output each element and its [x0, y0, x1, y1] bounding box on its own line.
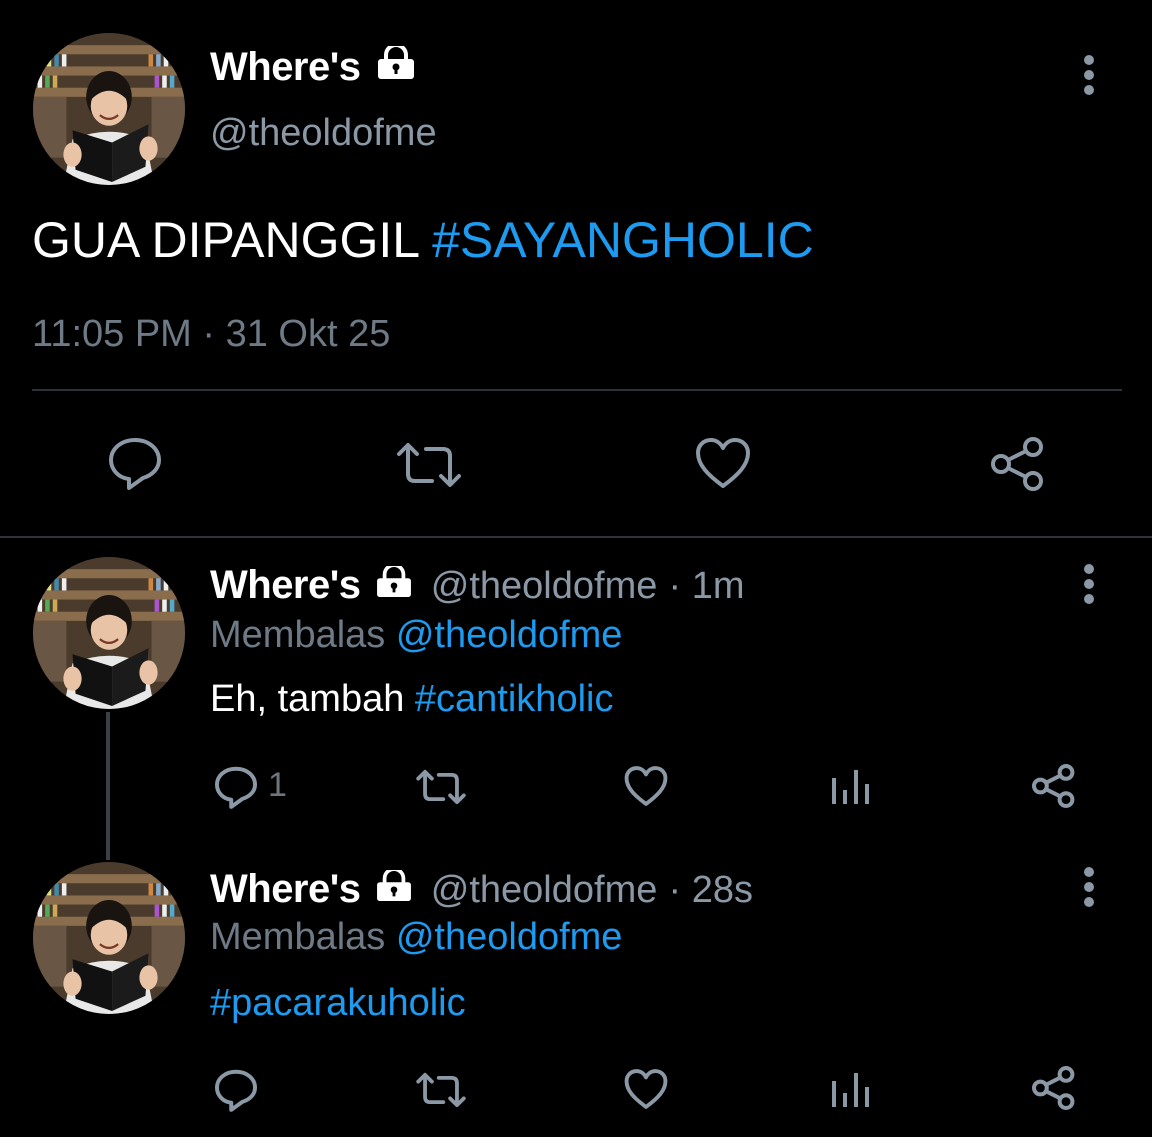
thread-connector	[106, 712, 110, 860]
analytics-icon	[832, 770, 869, 804]
analytics-icon	[832, 1073, 869, 1107]
more-vertical-icon[interactable]	[1082, 53, 1096, 97]
like-button[interactable]	[694, 436, 752, 490]
hashtag-link[interactable]: #pacarakuholic	[210, 982, 466, 1024]
display-name[interactable]: Where's	[210, 563, 361, 607]
share-button[interactable]	[1030, 762, 1078, 810]
display-name-text: Where's	[210, 45, 361, 89]
share-button[interactable]	[988, 434, 1048, 494]
reply-header: Where's @theoldofme · 1m	[210, 560, 744, 611]
avatar[interactable]	[33, 557, 185, 709]
replying-label: Membalas	[210, 916, 396, 958]
retweet-icon	[397, 443, 461, 487]
retweet-button[interactable]	[414, 1071, 468, 1109]
analytics-button[interactable]	[830, 768, 870, 806]
display-name[interactable]: Where's	[210, 867, 361, 911]
reply-time[interactable]: · 1m	[668, 565, 744, 607]
comment-icon	[214, 766, 258, 809]
tweet-text: Eh, tambah #cantikholic	[210, 676, 613, 722]
handle[interactable]: @theoldofme	[431, 869, 658, 911]
reply-button[interactable]	[213, 1067, 259, 1113]
lock-icon	[376, 566, 411, 598]
heart-icon	[696, 438, 750, 488]
display-name[interactable]: Where's	[210, 42, 417, 92]
comment-icon	[109, 438, 161, 490]
reply-button[interactable]	[106, 434, 164, 492]
handle[interactable]: @theoldofme	[210, 110, 437, 156]
like-button[interactable]	[623, 765, 669, 807]
avatar-image	[33, 557, 185, 709]
like-button[interactable]	[623, 1068, 669, 1110]
replying-to: Membalas @theoldofme	[210, 612, 622, 658]
reply-count: 1	[268, 766, 287, 804]
heart-icon	[624, 766, 668, 806]
handle[interactable]: @theoldofme	[431, 565, 658, 607]
comment-icon	[214, 1069, 258, 1112]
share-icon	[1032, 764, 1075, 808]
tweet-text: #pacarakuholic	[210, 980, 466, 1026]
reply-header: Where's @theoldofme · 28s	[210, 864, 753, 915]
reply-time[interactable]: · 28s	[668, 869, 752, 911]
avatar-image	[33, 33, 185, 185]
retweet-button[interactable]	[394, 440, 464, 490]
share-button[interactable]	[1030, 1064, 1078, 1112]
replying-to: Membalas @theoldofme	[210, 914, 622, 960]
section-divider	[0, 536, 1152, 538]
retweet-icon	[416, 769, 466, 805]
tweet-timestamp[interactable]: 11:05 PM · 31 Okt 25	[32, 311, 390, 357]
lock-icon	[378, 46, 415, 79]
reply-button[interactable]	[213, 764, 259, 810]
tweet-text-plain: Eh, tambah	[210, 678, 415, 720]
avatar-image	[33, 862, 185, 1014]
tweet-text-plain: GUA DIPANGGIL	[32, 212, 433, 268]
lock-icon	[376, 870, 411, 902]
mention-link[interactable]: @theoldofme	[396, 916, 623, 958]
hashtag-link[interactable]: #cantikholic	[415, 678, 614, 720]
share-icon	[991, 437, 1043, 491]
retweet-button[interactable]	[414, 768, 468, 806]
retweet-icon	[416, 1072, 466, 1108]
avatar[interactable]	[33, 862, 185, 1014]
divider	[32, 389, 1122, 391]
replying-label: Membalas	[210, 614, 396, 656]
more-vertical-icon[interactable]	[1082, 562, 1096, 606]
tweet-text: GUA DIPANGGIL #SAYANGHOLIC	[32, 210, 814, 270]
analytics-button[interactable]	[830, 1071, 870, 1109]
share-icon	[1032, 1066, 1075, 1110]
hashtag-link[interactable]: #SAYANGHOLIC	[432, 212, 814, 268]
heart-icon	[624, 1069, 668, 1109]
more-vertical-icon[interactable]	[1082, 865, 1096, 909]
avatar[interactable]	[33, 33, 185, 185]
mention-link[interactable]: @theoldofme	[396, 614, 623, 656]
